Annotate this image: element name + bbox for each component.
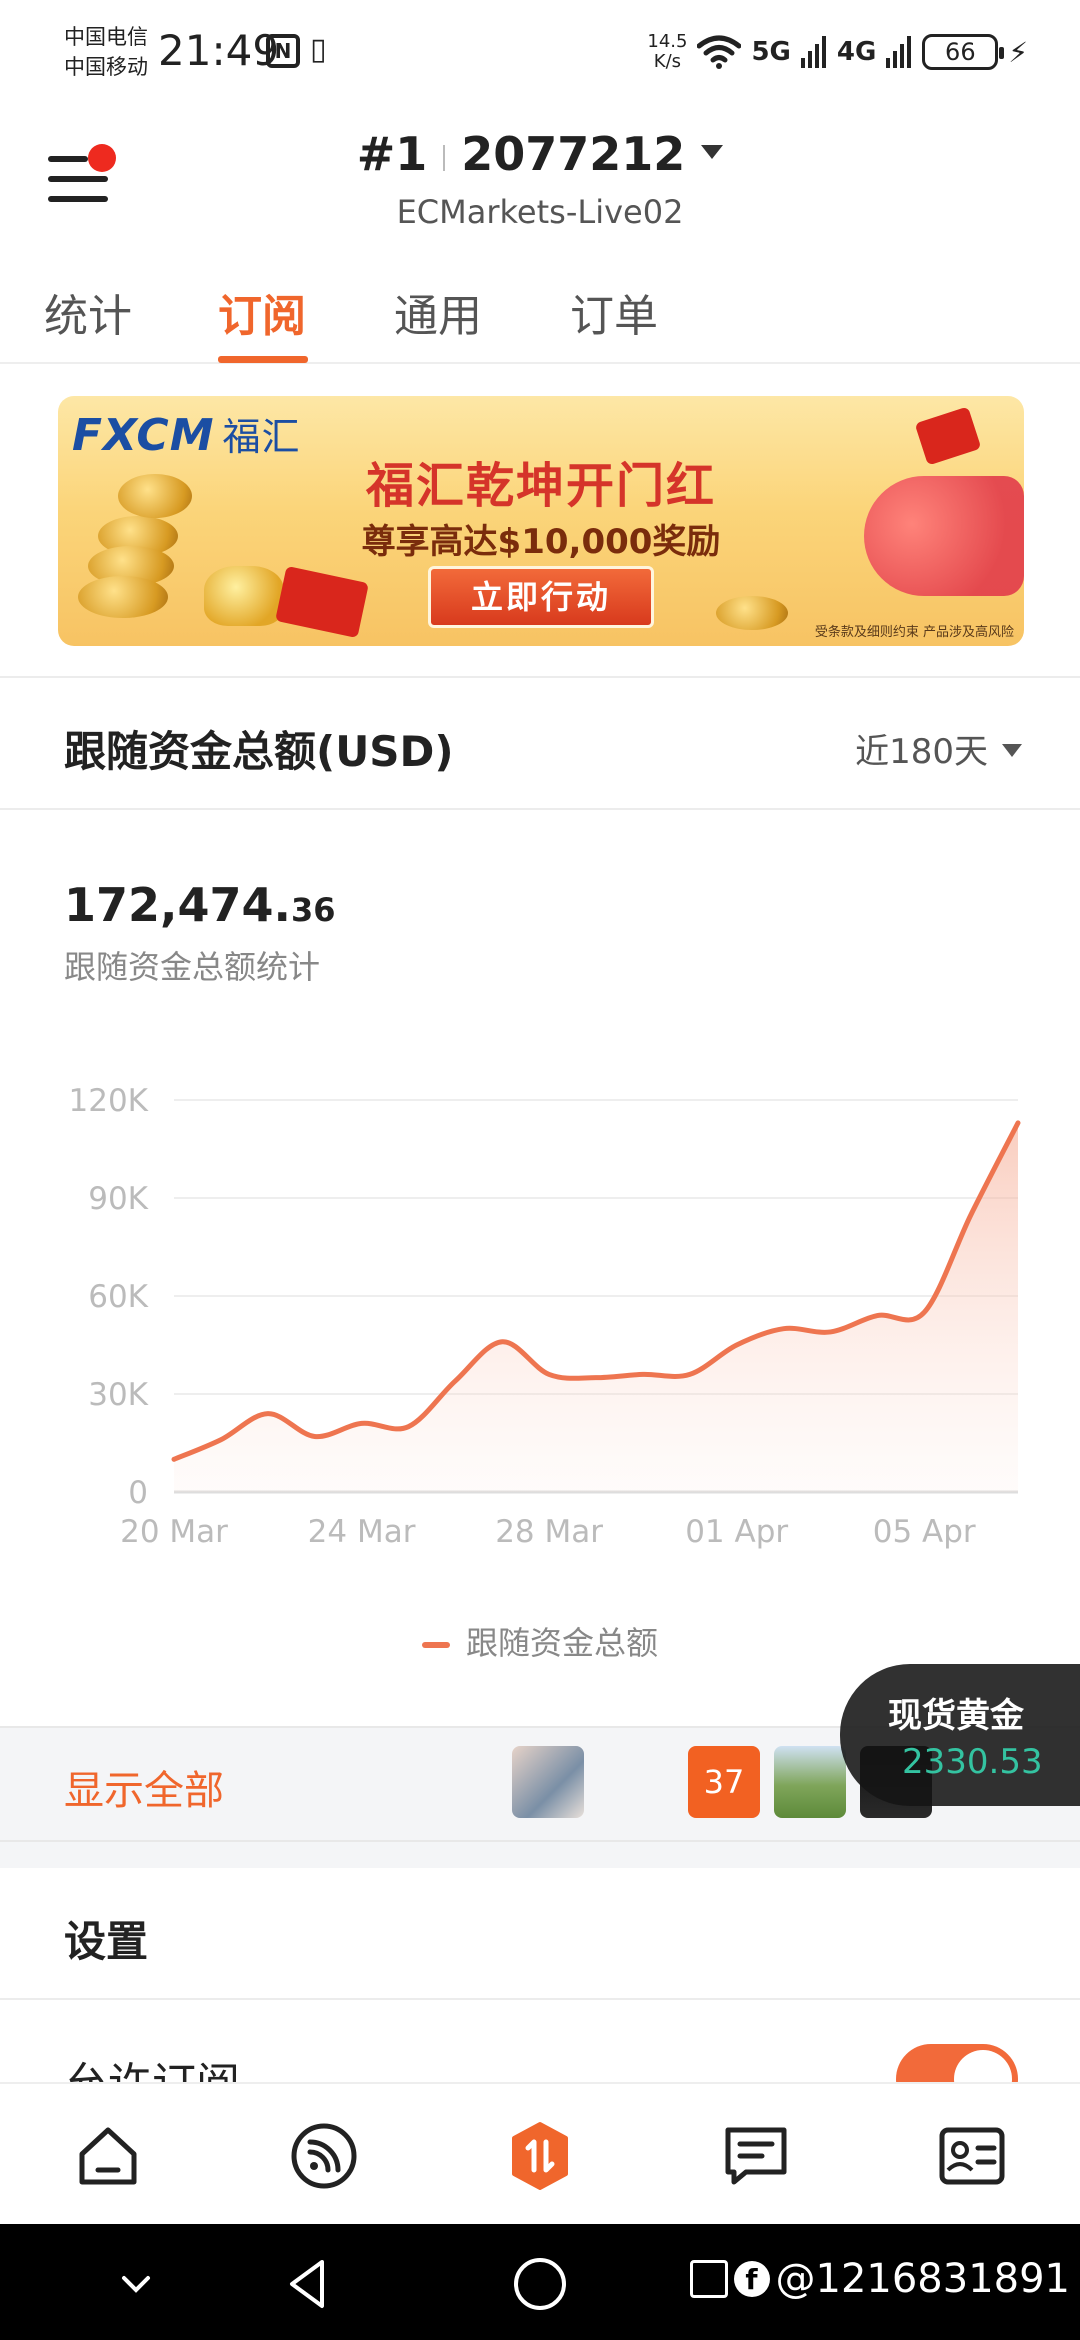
net-speed: 14.5 K/s [647, 32, 687, 72]
follower-avatar[interactable] [774, 1746, 846, 1818]
settings-title: 设置 [64, 1917, 149, 1966]
vibrate-icon: ▯ [310, 32, 327, 67]
nav-profile[interactable] [936, 2120, 1008, 2192]
range-selector[interactable]: 近180天 [855, 724, 1022, 773]
trade-icon [512, 2122, 568, 2190]
tab-active-indicator [218, 356, 308, 363]
wifi-icon [697, 35, 742, 69]
tab-general[interactable]: 通用 [394, 280, 482, 344]
home-icon [79, 2127, 137, 2185]
legend-swatch [421, 1642, 450, 1648]
carrier-info: 中国电信 中国移动 [64, 22, 148, 82]
x-tick-label: 05 Apr [873, 1514, 976, 1550]
range-label: 近180天 [855, 732, 988, 772]
allow-subscribe-label: 允许订阅 [64, 2048, 240, 2082]
messages-icon [725, 2127, 787, 2185]
chevron-down-icon[interactable] [106, 2254, 166, 2314]
allow-subscribe-toggle[interactable] [896, 2044, 1018, 2082]
total-amount-int: 172,474. [64, 878, 291, 932]
total-amount-decimal: 36 [291, 891, 336, 929]
home-circle-icon[interactable] [510, 2254, 570, 2314]
app-header: #1 2077212 ECMarkets-Live02 [0, 105, 1080, 245]
tab-bar: 统计 订阅 通用 订单 [0, 260, 1080, 364]
carrier-2: 中国移动 [64, 55, 148, 79]
legend-label: 跟随资金总额 [465, 1624, 658, 1662]
gold-ingot-icon [204, 566, 284, 626]
signal-bars-icon-2 [886, 36, 912, 68]
chevron-down-icon [701, 144, 724, 159]
total-amount: 172,474.36 [64, 878, 336, 932]
nfc-icon: N [266, 34, 300, 68]
signal-5g-icon: 5G [751, 37, 791, 67]
account-selector[interactable]: #1 2077212 [0, 127, 1080, 181]
chevron-down-icon [1002, 744, 1022, 757]
show-all-link[interactable]: 显示全部 [64, 1758, 224, 1816]
battery-icon: 66 [922, 34, 1005, 70]
status-bar: 中国电信 中国移动 21:49 N ▯ 14.5 K/s 5G 4G 66 ⚡ [0, 0, 1080, 105]
total-amount-label: 跟随资金总额统计 [64, 948, 321, 986]
account-id: 2077212 [461, 127, 686, 181]
net-speed-value: 14.5 [647, 31, 688, 52]
signal-4g-icon: 4G [836, 37, 877, 67]
x-tick-label: 01 Apr [685, 1514, 788, 1550]
funds-area-chart: 0 30K 60K 90K 120K 20 Mar 24 Mar 28 Mar 01 Apr 05… [69, 1083, 1021, 1550]
x-tick-label: 24 Mar [308, 1514, 416, 1550]
profile-card-icon [939, 2127, 1005, 2185]
follower-avatar[interactable] [512, 1746, 584, 1818]
nav-messages[interactable] [720, 2120, 792, 2192]
banner-disclaimer: 受条款及细则约束 产品涉及高风险 [814, 625, 1014, 640]
nav-trade[interactable] [504, 2120, 576, 2192]
tab-statistics[interactable]: 统计 [44, 280, 132, 344]
recents-icon[interactable] [689, 2260, 728, 2298]
x-tick-label: 28 Mar [495, 1514, 603, 1550]
chart-legend: 跟随资金总额 [0, 1618, 1080, 1664]
banner-subtitle: 尊享高达$10,000奖励 [361, 522, 721, 562]
card-header: 跟随资金总额(USD) 近180天 [0, 678, 1080, 810]
net-speed-unit: K/s [653, 51, 682, 72]
y-tick-label: 0 [128, 1475, 148, 1511]
coin-icon [78, 576, 168, 618]
facebook-icon: f [733, 2261, 770, 2297]
tab-orders[interactable]: 订单 [570, 280, 658, 344]
system-nav-bar: f @1216831891 [0, 2224, 1080, 2340]
charging-icon: ⚡ [1008, 35, 1028, 69]
follow-funds-card: 跟随资金总额(USD) 近180天 172,474.36 跟随资金总额统计 0 3… [0, 676, 1080, 1726]
nav-home[interactable] [72, 2120, 144, 2192]
ticker-name: 现货黄金 [888, 1696, 1024, 1736]
promo-banner[interactable]: FXCM 福汇 福汇乾坤开门红 尊享高达$10,000奖励 立即行动 受条款及细则… [58, 396, 1024, 646]
bottom-nav [0, 2082, 1080, 2224]
card-title: 跟随资金总额(USD) [64, 727, 454, 776]
chart-area-fill [174, 1122, 1018, 1492]
y-tick-label: 90K [88, 1181, 148, 1217]
ticker-price: 2330.53 [902, 1742, 1043, 1782]
y-tick-label: 30K [88, 1377, 148, 1413]
gold-price-widget[interactable]: 现货黄金 2330.53 [840, 1664, 1080, 1806]
watermark-text: @1216831891 [775, 2256, 1071, 2302]
y-tick-label: 120K [69, 1083, 149, 1119]
server-name: ECMarkets-Live02 [396, 193, 684, 231]
x-tick-label: 20 Mar [120, 1514, 228, 1550]
banner-cta-button[interactable]: 立即行动 [428, 566, 654, 628]
watermark: f @1216831891 [689, 2256, 1071, 2302]
follower-count-badge[interactable]: 37 [688, 1746, 760, 1818]
section-separator [0, 1842, 1080, 1868]
nav-signals[interactable] [288, 2120, 360, 2192]
allow-subscribe-row: 允许订阅 [0, 2000, 1080, 2082]
coin-icon [716, 596, 788, 630]
y-tick-label: 60K [88, 1279, 148, 1315]
settings-header: 设置 [0, 1868, 1080, 2000]
carrier-1: 中国电信 [64, 25, 148, 49]
status-time: 21:49 [158, 26, 280, 75]
red-packet-icon [275, 565, 369, 639]
signal-feed-icon [291, 2123, 357, 2189]
status-right: 14.5 K/s 5G 4G 66 ⚡ [647, 28, 1028, 76]
signal-bars-icon [800, 36, 826, 68]
account-rank: #1 [356, 127, 428, 181]
back-icon[interactable] [278, 2254, 338, 2314]
banner-title: 福汇乾坤开门红 [365, 458, 716, 514]
tab-subscription[interactable]: 订阅 [218, 280, 306, 344]
